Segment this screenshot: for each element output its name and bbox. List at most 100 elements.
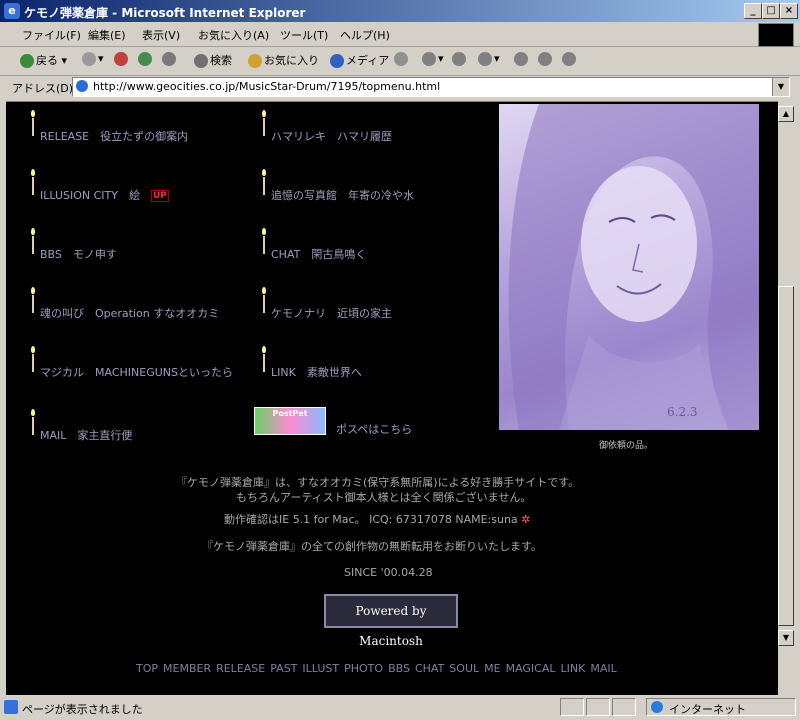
maximize-button[interactable]: □ (762, 3, 780, 19)
edit-button[interactable]: ▾ (478, 52, 500, 66)
history-button[interactable] (394, 52, 410, 66)
menu-link-soul[interactable]: 魂の叫び Operation すなオオカミ (40, 305, 219, 321)
footer-link-mail[interactable]: MAIL (590, 662, 616, 675)
address-url: http://www.geocities.co.jp/MusicStar-Dru… (93, 80, 441, 93)
menu-favorites[interactable]: お気に入り(A) (198, 27, 269, 43)
sparkle-icon: ✲ (521, 513, 531, 526)
stop-button[interactable] (114, 52, 130, 66)
menu-link-mail[interactable]: MAIL 家主直行便 (40, 427, 132, 443)
refresh-icon (138, 52, 152, 66)
powered-by-mac-button[interactable]: Powered by Macintosh (324, 594, 458, 648)
candle-icon (261, 287, 267, 313)
footer-link-illust[interactable]: ILLUST (302, 662, 339, 675)
mail-button[interactable]: ▾ (422, 52, 444, 66)
menu-help[interactable]: ヘルプ(H) (340, 27, 390, 43)
menu-tools[interactable]: ツール(T) (280, 27, 328, 43)
candle-icon (261, 346, 267, 372)
favorites-button[interactable]: お気に入り (248, 52, 319, 68)
search-button[interactable]: 検索 (194, 52, 232, 68)
address-label: アドレス(D) (12, 82, 74, 95)
site-description: 『ケモノ弾薬倉庫』は、すなオオカミ(保守系無所属)による好き勝手サイトです。 (176, 476, 580, 489)
discuss-button[interactable] (514, 52, 530, 66)
scroll-down-button[interactable]: ▼ (778, 630, 794, 646)
ie-icon: e (4, 3, 20, 19)
footer-link-top[interactable]: TOP (136, 662, 158, 675)
compat-info: 動作確認はIE 5.1 for Mac。 ICQ: 67317078 NAME:… (224, 513, 531, 526)
print-button[interactable] (452, 52, 468, 66)
footer-link-chat[interactable]: CHAT (415, 662, 444, 675)
footer-link-soul[interactable]: SOUL (449, 662, 479, 675)
footer-link-link[interactable]: LINK (561, 662, 586, 675)
candle-icon (261, 228, 267, 254)
forward-arrow-icon (82, 52, 96, 66)
menu-link-chat[interactable]: CHAT 閑古鳥鳴く (271, 246, 366, 262)
footer-link-member[interactable]: MEMBER (163, 662, 211, 675)
footer-link-bbs[interactable]: BBS (388, 662, 410, 675)
research-button[interactable] (562, 52, 578, 66)
stop-icon (114, 52, 128, 66)
menu-link-photo[interactable]: 追憶の写真館 年寄の冷や水 (271, 187, 414, 203)
candle-icon (30, 346, 36, 372)
postpet-banner[interactable]: PostPet (254, 407, 326, 435)
footer-link-me[interactable]: ME (484, 662, 500, 675)
status-bar: ページが表示されました インターネット (0, 696, 800, 720)
research-icon (562, 52, 576, 66)
candle-icon (30, 228, 36, 254)
menu-file[interactable]: ファイル(F) (22, 27, 81, 43)
refresh-button[interactable] (138, 52, 154, 66)
mail-icon (422, 52, 436, 66)
candle-icon (30, 287, 36, 313)
page-status-icon (4, 700, 18, 714)
address-dropdown-icon[interactable]: ▼ (772, 78, 789, 96)
messenger-button[interactable] (538, 52, 554, 66)
home-icon (162, 52, 176, 66)
footer-link-release[interactable]: RELEASE (216, 662, 265, 675)
page-content: RELEASE 役立たずの御案内 ILLUSION CITY 絵 UP BBS … (6, 101, 778, 695)
back-button[interactable]: 戻る ▾ (20, 52, 67, 68)
menu-link-magical[interactable]: マジカル MACHINEGUNSといったら (40, 364, 233, 380)
update-badge: UP (150, 190, 169, 202)
menu-link-illusion-city[interactable]: ILLUSION CITY 絵 UP (40, 187, 169, 203)
menu-edit[interactable]: 編集(E) (88, 27, 126, 43)
menu-link-release[interactable]: RELEASE 役立たずの御案内 (40, 128, 188, 144)
address-input[interactable]: http://www.geocities.co.jp/MusicStar-Dru… (72, 77, 790, 97)
copyright-notice: 『ケモノ弾薬倉庫』の全ての創作物の無断転用をお断りいたします。 (202, 540, 542, 553)
scroll-up-button[interactable]: ▲ (778, 106, 794, 122)
menu-link-hamari[interactable]: ハマリレキ ハマリ履歴 (271, 128, 392, 144)
menu-link-kemononari[interactable]: ケモノナリ 近頃の家主 (271, 305, 392, 321)
candle-icon (261, 110, 267, 136)
close-button[interactable]: × (780, 3, 798, 19)
media-icon (330, 54, 344, 68)
candle-icon (30, 169, 36, 195)
favorites-icon (248, 54, 262, 68)
menu-link-postpet[interactable]: ポスペはこちら (336, 421, 412, 437)
discuss-icon (514, 52, 528, 66)
minimize-button[interactable]: _ (744, 3, 762, 19)
scroll-thumb[interactable] (778, 286, 794, 626)
candle-icon (30, 110, 36, 136)
footer-link-photo[interactable]: PHOTO (344, 662, 383, 675)
back-arrow-icon (20, 54, 34, 68)
history-icon (394, 52, 408, 66)
footer-nav: TOP MEMBER RELEASE PAST ILLUST PHOTO BBS CHAT SO… (136, 662, 622, 675)
candle-icon (30, 409, 36, 435)
forward-button[interactable]: ▾ (82, 52, 104, 66)
frame-scrollbar[interactable]: ▲ ▼ (778, 106, 794, 646)
footer-link-past[interactable]: PAST (270, 662, 297, 675)
portrait-drawing: 6.2.3 (508, 104, 759, 430)
search-icon (194, 54, 208, 68)
print-icon (452, 52, 466, 66)
media-button[interactable]: メディア (330, 52, 389, 68)
menu-link-link[interactable]: LINK 素敵世界へ (271, 364, 362, 380)
home-button[interactable] (162, 52, 178, 66)
footer-link-magical[interactable]: MAGICAL (506, 662, 556, 675)
toolbar: 戻る ▾ ▾ 検索 お気に入り メディア ▾ ▾ (0, 47, 800, 76)
edit-icon (478, 52, 492, 66)
page-icon (76, 80, 88, 92)
menu-link-bbs[interactable]: BBS モノ申す (40, 246, 117, 262)
title-bar: e ケモノ弾薬倉庫 - Microsoft Internet Explorer … (0, 0, 800, 22)
messenger-icon (538, 52, 552, 66)
zone-pane: インターネット (646, 698, 796, 716)
globe-icon (651, 701, 663, 713)
menu-view[interactable]: 表示(V) (142, 27, 180, 43)
